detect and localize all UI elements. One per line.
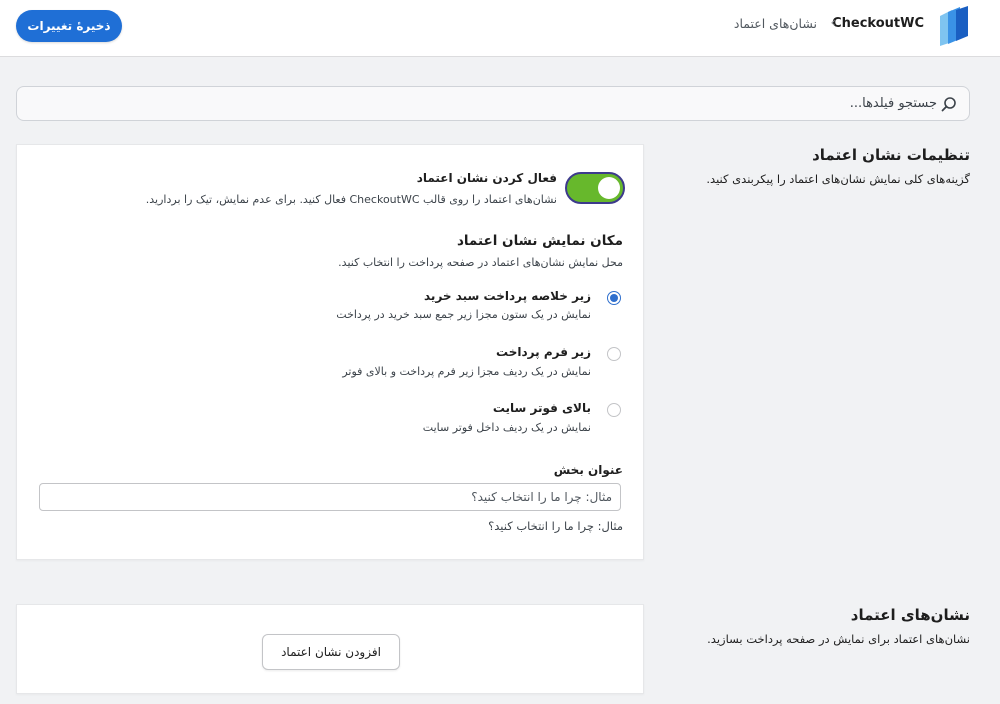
add-trust-badge-button[interactable]: افزودن نشان اعتماد	[262, 634, 400, 670]
checkoutwc-logo-icon	[940, 6, 968, 46]
settings-section-title: تنظیمات نشان اعتماد	[812, 146, 970, 164]
search-input[interactable]	[337, 87, 937, 120]
position-option-description: نمایش در یک ستون مجزا زیر جمع سبد خرید د…	[336, 308, 591, 321]
chevron-left-icon: ‹	[830, 15, 836, 31]
position-radio-below-checkout-form[interactable]	[607, 347, 621, 361]
search-icon	[941, 97, 956, 112]
badges-section-description: نشان‌های اعتماد برای نمایش در صفحه پرداخ…	[707, 632, 970, 646]
section-title-help: مثال: چرا ما را انتخاب کنید؟	[488, 519, 623, 533]
section-title-field-label: عنوان بخش	[553, 463, 623, 477]
enable-toggle-description: نشان‌های اعتماد را روی قالب CheckoutWC ف…	[145, 193, 557, 206]
position-option-label: بالای فوتر سایت	[492, 401, 591, 415]
position-radio-below-cart-summary[interactable]	[607, 291, 621, 305]
top-bar: CheckoutWC ‹ نشان‌های اعتماد ذخیرهٔ تغیی…	[0, 0, 1000, 57]
position-radio-above-footer[interactable]	[607, 403, 621, 417]
position-option-description: نمایش در یک ردیف داخل فوتر سایت	[422, 421, 591, 434]
position-description: محل نمایش نشان‌های اعتماد در صفحه پرداخت…	[338, 256, 623, 269]
position-option-label: زیر فرم پرداخت	[496, 345, 591, 359]
toggle-knob	[598, 177, 620, 199]
breadcrumb-current: نشان‌های اعتماد	[733, 16, 817, 31]
enable-toggle-label: فعال کردن نشان اعتماد	[416, 171, 557, 185]
save-changes-button[interactable]: ذخیرهٔ تغییرات	[16, 10, 122, 42]
brand-name[interactable]: CheckoutWC	[832, 16, 924, 31]
enable-trust-badges-toggle[interactable]	[565, 172, 625, 204]
position-title: مکان نمایش نشان اعتماد	[456, 233, 623, 249]
badges-section-title: نشان‌های اعتماد	[850, 606, 970, 624]
settings-section-description: گزینه‌های کلی نمایش نشان‌های اعتماد را پ…	[706, 172, 970, 186]
position-option-label: زیر خلاصه پرداخت سبد خرید	[424, 289, 591, 303]
search-box	[16, 86, 970, 121]
trust-badges-card: افزودن نشان اعتماد	[16, 604, 644, 694]
section-title-input[interactable]	[39, 483, 621, 511]
position-option-description: نمایش در یک ردیف مجزا زیر فرم پرداخت و ب…	[342, 365, 591, 378]
trust-badge-settings-card: فعال کردن نشان اعتماد نشان‌های اعتماد را…	[16, 144, 644, 560]
